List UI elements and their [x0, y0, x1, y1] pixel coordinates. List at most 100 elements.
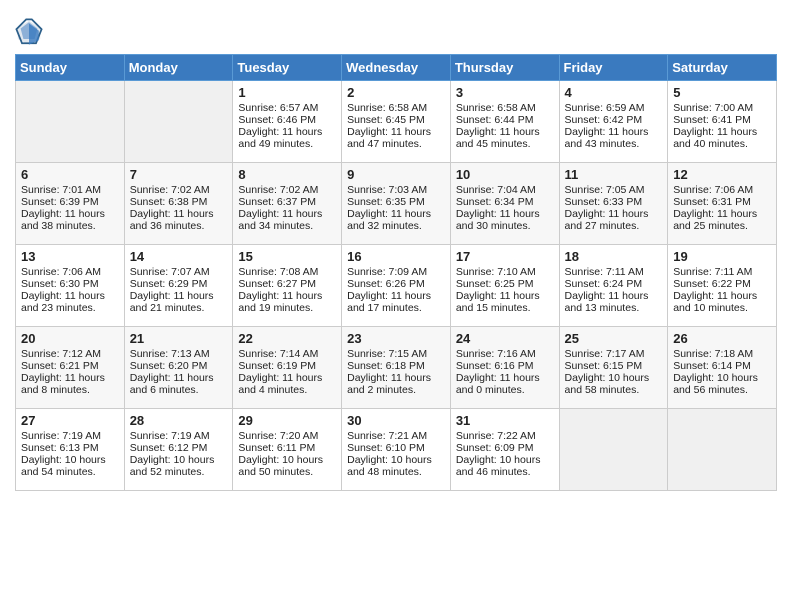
day-info: Sunrise: 7:17 AM	[565, 348, 663, 360]
day-info: and 48 minutes.	[347, 466, 445, 478]
day-info: Sunset: 6:24 PM	[565, 278, 663, 290]
day-number: 29	[238, 413, 336, 428]
day-cell: 24Sunrise: 7:16 AMSunset: 6:16 PMDayligh…	[450, 327, 559, 409]
day-number: 19	[673, 249, 771, 264]
day-info: and 13 minutes.	[565, 302, 663, 314]
day-number: 24	[456, 331, 554, 346]
day-cell: 21Sunrise: 7:13 AMSunset: 6:20 PMDayligh…	[124, 327, 233, 409]
weekday-thursday: Thursday	[450, 55, 559, 81]
day-cell: 28Sunrise: 7:19 AMSunset: 6:12 PMDayligh…	[124, 409, 233, 491]
day-info: Sunrise: 7:06 AM	[673, 184, 771, 196]
day-info: Sunset: 6:10 PM	[347, 442, 445, 454]
day-cell: 3Sunrise: 6:58 AMSunset: 6:44 PMDaylight…	[450, 81, 559, 163]
day-info: Daylight: 10 hours	[347, 454, 445, 466]
day-info: Sunrise: 7:14 AM	[238, 348, 336, 360]
day-info: Sunset: 6:09 PM	[456, 442, 554, 454]
day-info: Sunrise: 7:12 AM	[21, 348, 119, 360]
day-info: Daylight: 11 hours	[238, 290, 336, 302]
day-info: Sunrise: 6:59 AM	[565, 102, 663, 114]
day-info: Daylight: 11 hours	[673, 126, 771, 138]
day-info: Daylight: 11 hours	[21, 372, 119, 384]
day-info: Daylight: 11 hours	[21, 290, 119, 302]
day-info: and 10 minutes.	[673, 302, 771, 314]
day-info: and 15 minutes.	[456, 302, 554, 314]
weekday-friday: Friday	[559, 55, 668, 81]
day-number: 22	[238, 331, 336, 346]
day-info: and 58 minutes.	[565, 384, 663, 396]
day-info: Sunset: 6:35 PM	[347, 196, 445, 208]
day-number: 5	[673, 85, 771, 100]
day-info: and 6 minutes.	[130, 384, 228, 396]
day-info: Sunset: 6:29 PM	[130, 278, 228, 290]
day-cell: 11Sunrise: 7:05 AMSunset: 6:33 PMDayligh…	[559, 163, 668, 245]
day-info: Sunrise: 7:11 AM	[565, 266, 663, 278]
day-info: Sunrise: 7:10 AM	[456, 266, 554, 278]
day-info: and 36 minutes.	[130, 220, 228, 232]
day-info: and 54 minutes.	[21, 466, 119, 478]
day-info: Daylight: 10 hours	[238, 454, 336, 466]
day-number: 15	[238, 249, 336, 264]
day-info: Sunrise: 7:21 AM	[347, 430, 445, 442]
day-info: Daylight: 11 hours	[456, 126, 554, 138]
day-number: 26	[673, 331, 771, 346]
day-info: Daylight: 11 hours	[347, 290, 445, 302]
day-info: Sunrise: 7:15 AM	[347, 348, 445, 360]
day-info: Daylight: 11 hours	[673, 208, 771, 220]
day-info: and 34 minutes.	[238, 220, 336, 232]
day-info: and 50 minutes.	[238, 466, 336, 478]
day-info: Sunrise: 7:07 AM	[130, 266, 228, 278]
calendar-table: SundayMondayTuesdayWednesdayThursdayFrid…	[15, 54, 777, 491]
day-number: 20	[21, 331, 119, 346]
day-info: Sunset: 6:33 PM	[565, 196, 663, 208]
day-info: and 0 minutes.	[456, 384, 554, 396]
day-info: Daylight: 10 hours	[673, 372, 771, 384]
day-cell: 8Sunrise: 7:02 AMSunset: 6:37 PMDaylight…	[233, 163, 342, 245]
day-info: Sunset: 6:18 PM	[347, 360, 445, 372]
day-info: Sunset: 6:46 PM	[238, 114, 336, 126]
day-info: Sunset: 6:19 PM	[238, 360, 336, 372]
day-info: Sunrise: 7:16 AM	[456, 348, 554, 360]
day-info: Sunset: 6:30 PM	[21, 278, 119, 290]
weekday-saturday: Saturday	[668, 55, 777, 81]
day-cell	[16, 81, 125, 163]
day-info: Sunset: 6:38 PM	[130, 196, 228, 208]
weekday-header-row: SundayMondayTuesdayWednesdayThursdayFrid…	[16, 55, 777, 81]
day-cell: 19Sunrise: 7:11 AMSunset: 6:22 PMDayligh…	[668, 245, 777, 327]
day-info: Sunrise: 6:57 AM	[238, 102, 336, 114]
day-cell	[559, 409, 668, 491]
logo	[15, 18, 45, 46]
day-cell: 5Sunrise: 7:00 AMSunset: 6:41 PMDaylight…	[668, 81, 777, 163]
day-info: Sunset: 6:21 PM	[21, 360, 119, 372]
week-row-2: 6Sunrise: 7:01 AMSunset: 6:39 PMDaylight…	[16, 163, 777, 245]
day-info: Sunrise: 7:03 AM	[347, 184, 445, 196]
day-info: and 2 minutes.	[347, 384, 445, 396]
day-info: Daylight: 11 hours	[347, 372, 445, 384]
day-info: Daylight: 11 hours	[238, 372, 336, 384]
day-cell: 23Sunrise: 7:15 AMSunset: 6:18 PMDayligh…	[342, 327, 451, 409]
day-info: Sunrise: 7:05 AM	[565, 184, 663, 196]
day-info: and 21 minutes.	[130, 302, 228, 314]
day-info: Sunrise: 7:13 AM	[130, 348, 228, 360]
day-info: Sunset: 6:22 PM	[673, 278, 771, 290]
day-info: Sunset: 6:31 PM	[673, 196, 771, 208]
day-number: 11	[565, 167, 663, 182]
day-info: and 25 minutes.	[673, 220, 771, 232]
day-info: Daylight: 10 hours	[130, 454, 228, 466]
day-info: Sunset: 6:15 PM	[565, 360, 663, 372]
day-info: Sunrise: 6:58 AM	[456, 102, 554, 114]
day-info: Sunrise: 7:19 AM	[130, 430, 228, 442]
day-info: and 8 minutes.	[21, 384, 119, 396]
day-number: 7	[130, 167, 228, 182]
day-number: 4	[565, 85, 663, 100]
day-cell: 15Sunrise: 7:08 AMSunset: 6:27 PMDayligh…	[233, 245, 342, 327]
day-cell: 7Sunrise: 7:02 AMSunset: 6:38 PMDaylight…	[124, 163, 233, 245]
day-number: 10	[456, 167, 554, 182]
day-cell	[124, 81, 233, 163]
day-info: Sunrise: 7:01 AM	[21, 184, 119, 196]
day-info: Sunrise: 7:09 AM	[347, 266, 445, 278]
day-info: and 17 minutes.	[347, 302, 445, 314]
day-info: Daylight: 11 hours	[456, 372, 554, 384]
day-info: Daylight: 11 hours	[565, 126, 663, 138]
day-info: and 56 minutes.	[673, 384, 771, 396]
day-cell: 6Sunrise: 7:01 AMSunset: 6:39 PMDaylight…	[16, 163, 125, 245]
